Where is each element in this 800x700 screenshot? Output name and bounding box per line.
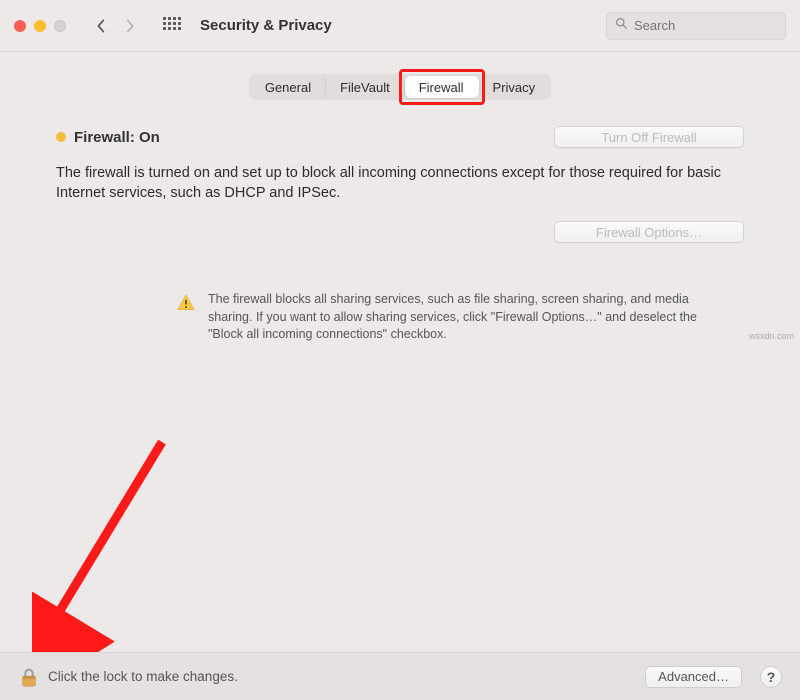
- show-all-button[interactable]: [158, 12, 186, 40]
- advanced-button[interactable]: Advanced…: [645, 666, 742, 688]
- status-row: Firewall: On Turn Off Firewall: [56, 126, 744, 148]
- warning-icon: [176, 293, 196, 313]
- warning-block: The firewall blocks all sharing services…: [56, 291, 744, 344]
- minimize-window-button[interactable]: [34, 20, 46, 32]
- nav-buttons: [86, 12, 144, 40]
- forward-button[interactable]: [116, 12, 144, 40]
- watermark: wsxdn.com: [749, 331, 794, 341]
- tab-privacy[interactable]: Privacy: [479, 76, 550, 98]
- lock-icon[interactable]: [18, 666, 40, 688]
- footer-bar: Click the lock to make changes. Advanced…: [0, 652, 800, 700]
- warning-text: The firewall blocks all sharing services…: [208, 291, 704, 344]
- search-input[interactable]: [634, 18, 777, 33]
- tabs: General FileVault Firewall Privacy: [249, 74, 551, 100]
- tab-general[interactable]: General: [251, 76, 326, 98]
- search-box[interactable]: [606, 12, 786, 40]
- turn-off-firewall-button[interactable]: Turn Off Firewall: [554, 126, 744, 148]
- help-button[interactable]: ?: [760, 666, 782, 688]
- traffic-lights: [14, 20, 66, 32]
- close-window-button[interactable]: [14, 20, 26, 32]
- status-dot-icon: [56, 132, 66, 142]
- lock-help-text: Click the lock to make changes.: [48, 669, 238, 684]
- firewall-description: The firewall is turned on and set up to …: [56, 164, 744, 203]
- fullscreen-window-button[interactable]: [54, 20, 66, 32]
- window-title: Security & Privacy: [200, 17, 332, 34]
- firewall-content: Firewall: On Turn Off Firewall The firew…: [18, 126, 782, 344]
- search-icon: [615, 17, 628, 35]
- back-button[interactable]: [86, 12, 114, 40]
- firewall-status-label: Firewall: On: [74, 129, 160, 146]
- tabs-row: General FileVault Firewall Privacy: [18, 74, 782, 100]
- preferences-panel: General FileVault Firewall Privacy Firew…: [0, 52, 800, 652]
- options-row: Firewall Options…: [56, 221, 744, 243]
- window-toolbar: Security & Privacy: [0, 0, 800, 52]
- firewall-options-button[interactable]: Firewall Options…: [554, 221, 744, 243]
- tab-firewall[interactable]: Firewall: [405, 76, 479, 98]
- tab-filevault[interactable]: FileVault: [326, 76, 405, 98]
- status-left: Firewall: On: [56, 129, 160, 146]
